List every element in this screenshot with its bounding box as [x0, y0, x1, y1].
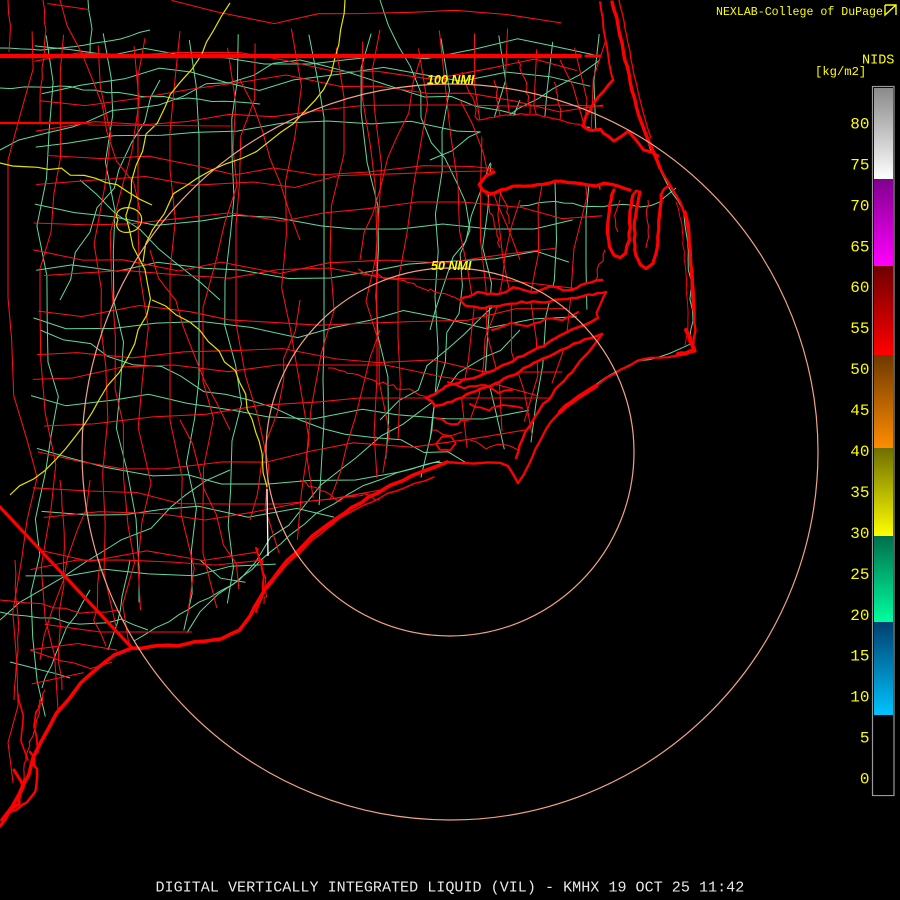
- svg-text:75: 75: [850, 156, 869, 174]
- svg-text:50 NMI: 50 NMI: [431, 259, 472, 273]
- svg-text:DIGITAL VERTICALLY INTEGRATED: DIGITAL VERTICALLY INTEGRATED LIQUID (VI…: [156, 879, 745, 897]
- svg-text:5: 5: [860, 730, 870, 748]
- svg-text:10: 10: [850, 689, 869, 707]
- svg-text:70: 70: [850, 197, 869, 215]
- svg-text:35: 35: [850, 484, 869, 502]
- svg-text:50: 50: [850, 361, 869, 379]
- svg-text:NEXLAB-College of DuPage: NEXLAB-College of DuPage: [716, 6, 883, 19]
- svg-text:NIDS: NIDS: [862, 54, 894, 69]
- svg-text:30: 30: [850, 525, 869, 543]
- svg-text:80: 80: [850, 116, 869, 134]
- svg-text:15: 15: [850, 648, 869, 666]
- svg-text:65: 65: [850, 238, 869, 256]
- svg-text:0: 0: [860, 771, 870, 789]
- svg-text:25: 25: [850, 566, 869, 584]
- svg-text:60: 60: [850, 279, 869, 297]
- svg-text:45: 45: [850, 402, 869, 420]
- svg-text:20: 20: [850, 607, 869, 625]
- svg-text:40: 40: [850, 443, 869, 461]
- svg-text:100 NMI: 100 NMI: [427, 73, 475, 87]
- svg-text:55: 55: [850, 320, 869, 338]
- svg-text:[kg/m2]: [kg/m2]: [815, 65, 866, 79]
